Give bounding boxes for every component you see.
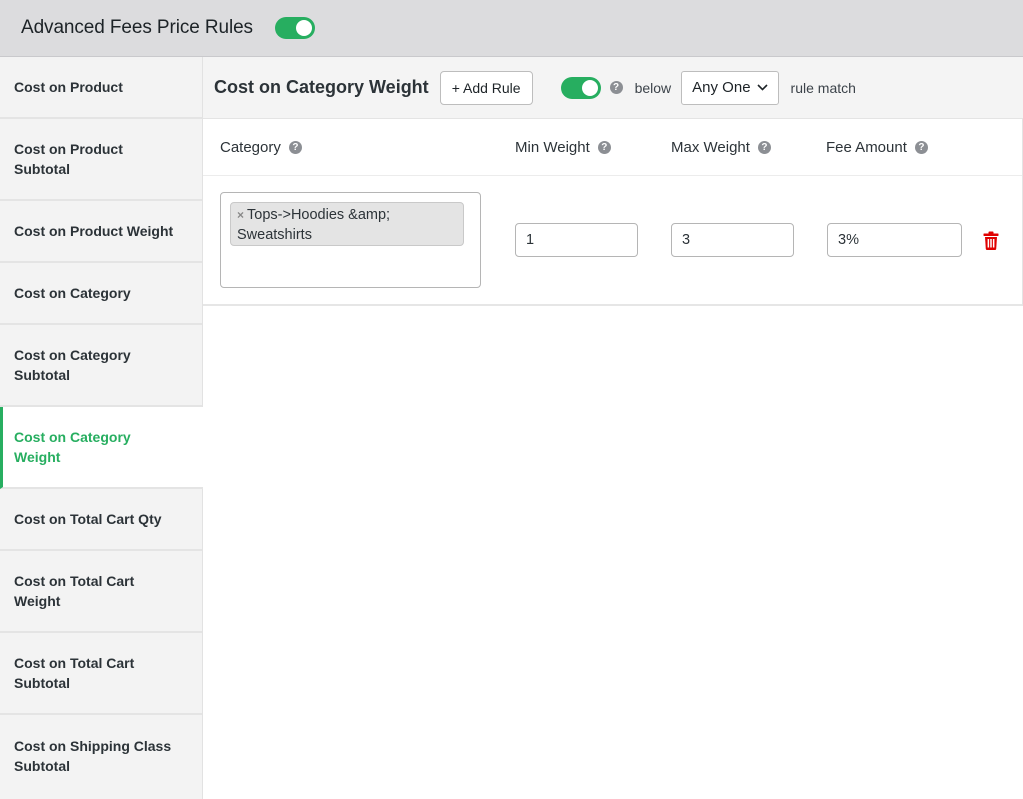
sidebar-item-label: Cost on Total Cart Subtotal xyxy=(14,654,135,692)
chevron-down-icon xyxy=(756,84,768,91)
plugin-header: Advanced Fees Price Rules xyxy=(0,0,1023,57)
section-title: Cost on Category Weight xyxy=(214,77,429,97)
fee-amount-input[interactable]: 3% xyxy=(827,223,962,257)
column-header-max-weight: Max Weight ? xyxy=(671,119,771,176)
sidebar-item-label: Cost on Product Subtotal xyxy=(14,140,123,178)
sidebar-item-label: Cost on Shipping Class Subtotal xyxy=(14,737,172,775)
column-label: Max Weight xyxy=(671,139,750,156)
sidebar-item-cost-on-total-cart-weight[interactable]: Cost on Total Cart Weight xyxy=(0,551,202,633)
sidebar-item-cost-on-category-weight[interactable]: Cost on Category Weight xyxy=(0,407,203,489)
sidebar-item-label: Cost on Category xyxy=(14,284,131,301)
sidebar-item-cost-on-category-subtotal[interactable]: Cost on Category Subtotal xyxy=(0,325,202,407)
add-rule-button[interactable]: + Add Rule xyxy=(439,70,533,105)
sidebar-item-label: Cost on Category Subtotal xyxy=(14,346,131,384)
rule-type-sidebar: Cost on Product Cost on Product Subtotal… xyxy=(0,57,203,799)
rule-match-label: rule match xyxy=(790,79,856,96)
sidebar-item-label: Cost on Category Weight xyxy=(14,428,131,466)
column-header-category: Category ? xyxy=(220,119,302,176)
column-header-min-weight: Min Weight ? xyxy=(515,119,611,176)
remove-chip-icon[interactable]: × xyxy=(237,208,244,222)
table-header: Category ? Min Weight ? Max Weight ? Fee… xyxy=(203,119,1022,176)
column-label: Min Weight xyxy=(515,139,590,156)
sidebar-item-cost-on-product[interactable]: Cost on Product xyxy=(0,57,202,119)
sidebar-item-cost-on-shipping-class-subtotal[interactable]: Cost on Shipping Class Subtotal xyxy=(0,715,202,797)
delete-rule-icon[interactable] xyxy=(983,231,999,255)
rules-enabled-toggle[interactable] xyxy=(560,76,601,99)
toggle-knob xyxy=(581,79,598,96)
rule-match-select-value: Any One xyxy=(692,79,751,96)
toggle-knob xyxy=(295,20,312,36)
help-icon[interactable]: ? xyxy=(288,141,302,154)
help-icon[interactable]: ? xyxy=(597,141,611,154)
sidebar-item-cost-on-product-weight[interactable]: Cost on Product Weight xyxy=(0,201,202,263)
max-weight-input[interactable]: 3 xyxy=(671,223,794,257)
category-chip: × Tops->Hoodies &amp; Sweatshirts xyxy=(230,202,464,246)
sidebar-item-cost-on-total-cart-subtotal[interactable]: Cost on Total Cart Subtotal xyxy=(0,633,202,715)
plugin-enabled-toggle[interactable] xyxy=(274,17,315,39)
rule-match-select[interactable]: Any One xyxy=(681,70,779,105)
section-header: Cost on Category Weight + Add Rule ? bel… xyxy=(203,57,1023,119)
sidebar-item-label: Cost on Product Weight xyxy=(14,222,174,239)
help-icon[interactable]: ? xyxy=(914,141,928,154)
sidebar-item-label: Cost on Total Cart Weight xyxy=(14,572,135,610)
below-label: below xyxy=(634,79,672,96)
column-label: Fee Amount xyxy=(826,139,907,156)
sidebar-item-cost-on-total-cart-qty[interactable]: Cost on Total Cart Qty xyxy=(0,489,202,551)
column-header-fee-amount: Fee Amount ? xyxy=(826,119,928,176)
table-row: × Tops->Hoodies &amp; Sweatshirts 1 3 3% xyxy=(203,176,1022,305)
rules-table: Category ? Min Weight ? Max Weight ? Fee… xyxy=(203,119,1023,306)
sidebar-item-label: Cost on Product xyxy=(14,78,123,95)
sidebar-item-cost-on-product-subtotal[interactable]: Cost on Product Subtotal xyxy=(0,119,202,201)
category-multiselect[interactable]: × Tops->Hoodies &amp; Sweatshirts xyxy=(220,192,481,288)
category-chip-label: Tops->Hoodies &amp; Sweatshirts xyxy=(237,207,391,243)
sidebar-item-cost-on-category[interactable]: Cost on Category xyxy=(0,263,202,325)
column-label: Category xyxy=(220,139,281,156)
help-icon[interactable]: ? xyxy=(757,141,771,154)
content-area xyxy=(203,306,1023,799)
sidebar-item-label: Cost on Total Cart Qty xyxy=(14,510,162,527)
min-weight-input[interactable]: 1 xyxy=(515,223,638,257)
plugin-title: Advanced Fees Price Rules xyxy=(21,17,253,38)
help-icon[interactable]: ? xyxy=(609,81,623,94)
